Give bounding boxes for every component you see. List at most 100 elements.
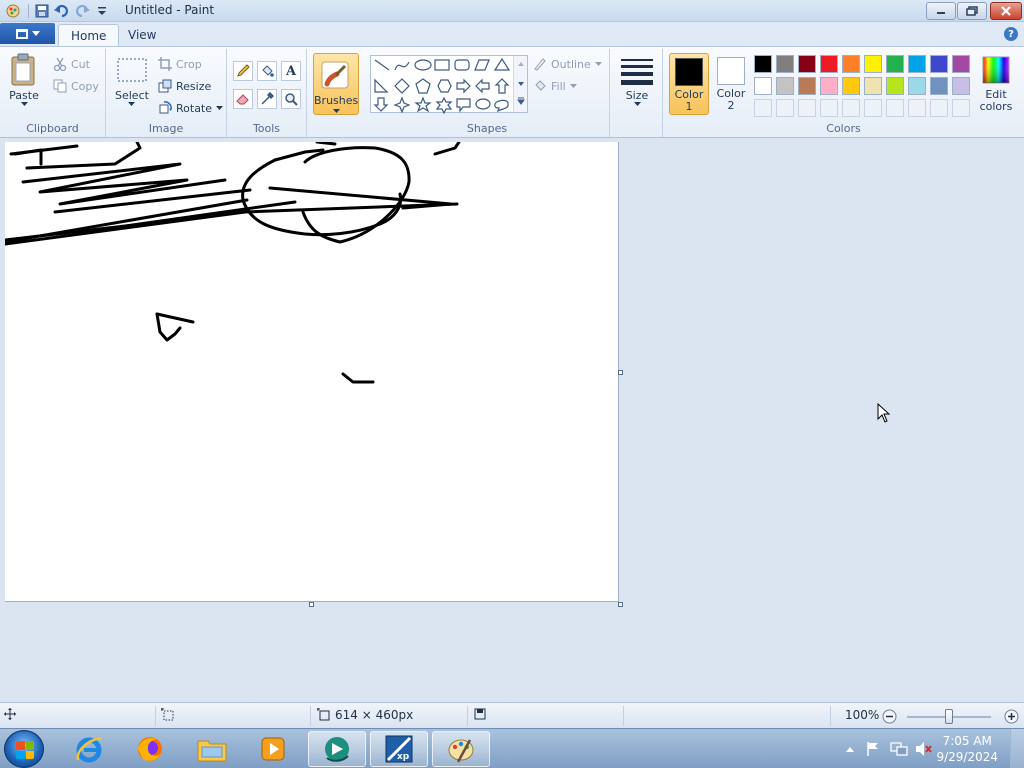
customize-dropdown-icon[interactable] bbox=[93, 2, 111, 20]
drawing-canvas[interactable] bbox=[3, 140, 619, 602]
pencil-tool[interactable] bbox=[233, 61, 253, 81]
triangle-shape-icon[interactable] bbox=[493, 57, 511, 71]
network-icon[interactable] bbox=[890, 741, 908, 757]
copy-button[interactable]: Copy bbox=[53, 77, 99, 95]
right-triangle-shape-icon[interactable] bbox=[374, 78, 389, 93]
palette-color-swatch[interactable] bbox=[864, 77, 882, 95]
rectangle-shape-icon[interactable] bbox=[434, 59, 450, 71]
four-point-star-shape-icon[interactable] bbox=[393, 96, 411, 114]
clock[interactable]: 7:05 AM 9/29/2024 bbox=[936, 733, 998, 765]
taskbar-xp-mode[interactable]: xp bbox=[370, 731, 428, 767]
curve-shape-icon[interactable] bbox=[394, 61, 410, 71]
tab-view[interactable]: View bbox=[116, 24, 168, 46]
line-shape-icon[interactable] bbox=[374, 59, 390, 71]
canvas-workspace[interactable] bbox=[0, 138, 1024, 702]
fill-tool[interactable] bbox=[257, 61, 277, 81]
paste-button[interactable]: Paste bbox=[8, 53, 40, 107]
start-button[interactable] bbox=[4, 730, 44, 768]
taskbar-firefox[interactable] bbox=[121, 731, 179, 767]
redo-icon[interactable] bbox=[73, 2, 91, 20]
save-icon[interactable] bbox=[33, 2, 51, 20]
diamond-shape-icon[interactable] bbox=[394, 78, 410, 94]
zoom-out-button[interactable] bbox=[882, 709, 897, 724]
resize-handle-bottom[interactable] bbox=[309, 602, 314, 607]
paint-menu-button[interactable] bbox=[0, 23, 55, 44]
polygon-shape-icon[interactable] bbox=[474, 59, 490, 71]
palette-color-swatch[interactable] bbox=[886, 55, 904, 73]
brushes-button[interactable]: Brushes bbox=[313, 53, 359, 115]
palette-color-swatch[interactable] bbox=[776, 55, 794, 73]
left-arrow-shape-icon[interactable] bbox=[475, 78, 490, 94]
hexagon-shape-icon[interactable] bbox=[437, 79, 452, 93]
palette-color-swatch[interactable] bbox=[798, 77, 816, 95]
undo-icon[interactable] bbox=[53, 2, 71, 20]
custom-color-slot[interactable] bbox=[798, 99, 816, 117]
text-tool[interactable]: A bbox=[281, 61, 301, 81]
taskbar-media-player[interactable] bbox=[244, 731, 302, 767]
outline-button[interactable]: Outline bbox=[533, 55, 602, 73]
zoom-in-button[interactable] bbox=[1004, 709, 1019, 724]
down-arrow-shape-icon[interactable] bbox=[373, 97, 389, 112]
tab-home[interactable]: Home bbox=[58, 24, 120, 46]
palette-color-swatch[interactable] bbox=[908, 77, 926, 95]
five-point-star-shape-icon[interactable] bbox=[414, 96, 432, 113]
right-arrow-shape-icon[interactable] bbox=[456, 78, 471, 94]
up-arrow-shape-icon[interactable] bbox=[494, 78, 510, 94]
palette-color-swatch[interactable] bbox=[842, 77, 860, 95]
color-picker-tool[interactable] bbox=[257, 89, 277, 109]
show-hidden-icons-icon[interactable] bbox=[845, 745, 855, 753]
cut-button[interactable]: Cut bbox=[53, 55, 90, 73]
shapes-scrollbar[interactable] bbox=[513, 56, 527, 112]
action-center-flag-icon[interactable] bbox=[865, 741, 881, 757]
taskbar-internet-explorer[interactable] bbox=[60, 731, 118, 767]
palette-color-swatch[interactable] bbox=[930, 77, 948, 95]
edit-colors-button[interactable]: Edit colors bbox=[976, 53, 1016, 113]
size-button[interactable]: Size bbox=[618, 53, 656, 107]
custom-color-slot[interactable] bbox=[886, 99, 904, 117]
six-point-star-shape-icon[interactable] bbox=[435, 96, 453, 114]
eraser-tool[interactable] bbox=[233, 89, 253, 109]
cloud-callout-shape-icon[interactable] bbox=[494, 99, 509, 113]
resize-button[interactable]: Resize bbox=[158, 77, 211, 95]
magnifier-tool[interactable] bbox=[281, 89, 301, 109]
custom-color-slot[interactable] bbox=[930, 99, 948, 117]
resize-handle-right[interactable] bbox=[618, 370, 623, 375]
custom-color-slot[interactable] bbox=[754, 99, 772, 117]
custom-color-slot[interactable] bbox=[864, 99, 882, 117]
pentagon-shape-icon[interactable] bbox=[415, 78, 431, 94]
help-icon[interactable]: ? bbox=[1004, 27, 1018, 41]
palette-color-swatch[interactable] bbox=[864, 55, 882, 73]
resize-handle-corner[interactable] bbox=[618, 602, 623, 607]
oval-shape-icon[interactable] bbox=[414, 59, 432, 71]
volume-muted-icon[interactable] bbox=[915, 741, 933, 757]
oval-callout-shape-icon[interactable] bbox=[475, 98, 491, 110]
palette-color-swatch[interactable] bbox=[776, 77, 794, 95]
taskbar-paint[interactable] bbox=[432, 731, 490, 767]
custom-color-slot[interactable] bbox=[952, 99, 970, 117]
palette-color-swatch[interactable] bbox=[754, 55, 772, 73]
crop-button[interactable]: Crop bbox=[158, 55, 202, 73]
rounded-rectangle-shape-icon[interactable] bbox=[454, 59, 470, 71]
palette-color-swatch[interactable] bbox=[820, 77, 838, 95]
zoom-slider-thumb[interactable] bbox=[945, 709, 953, 724]
select-button[interactable]: Select bbox=[115, 53, 149, 107]
custom-color-slot[interactable] bbox=[908, 99, 926, 117]
custom-color-slot[interactable] bbox=[776, 99, 794, 117]
taskbar-file-explorer[interactable] bbox=[183, 731, 241, 767]
rotate-button[interactable]: Rotate bbox=[158, 99, 224, 117]
palette-color-swatch[interactable] bbox=[952, 77, 970, 95]
close-button[interactable] bbox=[990, 2, 1022, 20]
palette-color-swatch[interactable] bbox=[908, 55, 926, 73]
palette-color-swatch[interactable] bbox=[754, 77, 772, 95]
taskbar-pinned-app[interactable] bbox=[308, 731, 366, 767]
custom-color-slot[interactable] bbox=[820, 99, 838, 117]
palette-color-swatch[interactable] bbox=[798, 55, 816, 73]
palette-color-swatch[interactable] bbox=[842, 55, 860, 73]
palette-color-swatch[interactable] bbox=[886, 77, 904, 95]
paint-app-icon[interactable] bbox=[4, 2, 22, 20]
palette-color-swatch[interactable] bbox=[820, 55, 838, 73]
restore-button[interactable] bbox=[957, 2, 987, 20]
palette-color-swatch[interactable] bbox=[930, 55, 948, 73]
rounded-callout-shape-icon[interactable] bbox=[456, 98, 471, 113]
color1-selector[interactable]: Color 1 bbox=[669, 53, 709, 115]
